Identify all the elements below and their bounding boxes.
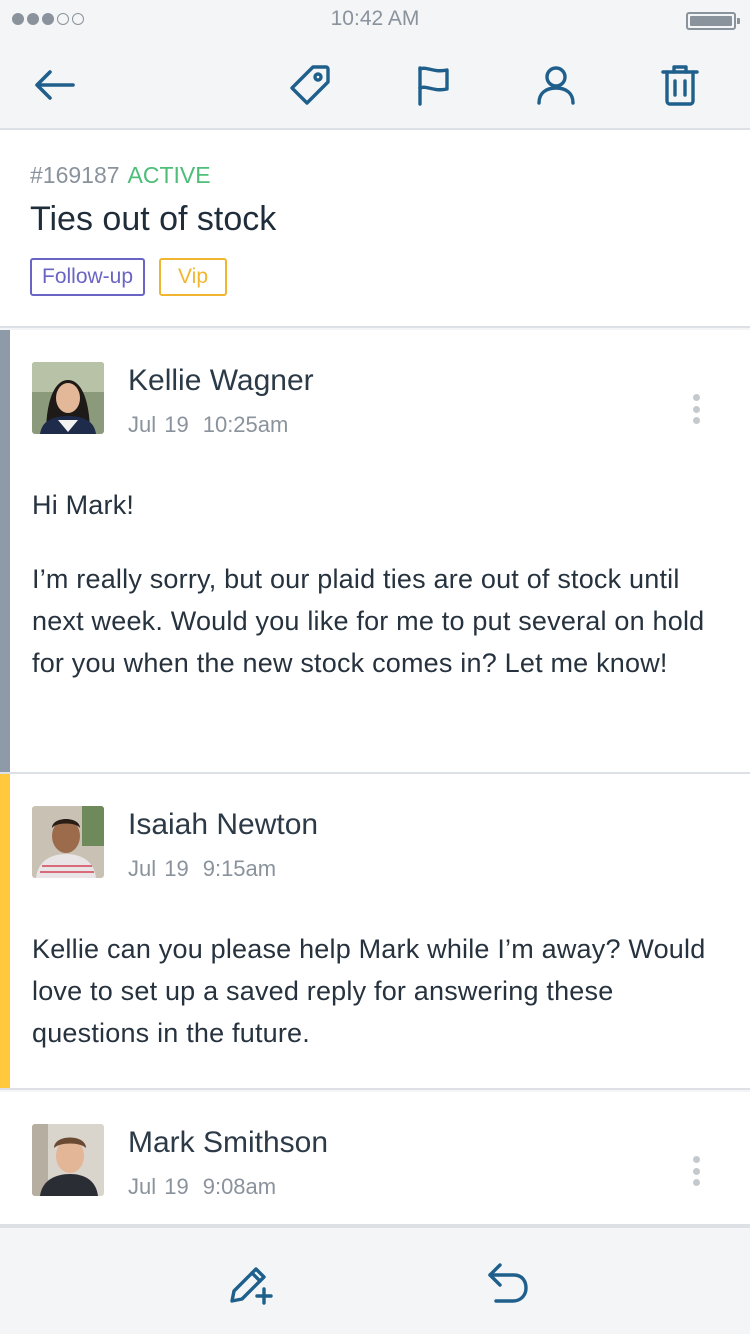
compose-button[interactable] (225, 1258, 275, 1308)
ticket-meta: #169187 ACTIVE (30, 162, 211, 189)
tag-list: Follow-up Vip (30, 258, 228, 296)
assign-user-button[interactable] (533, 62, 579, 108)
message-author: Isaiah Newton (128, 808, 319, 841)
back-button[interactable] (32, 62, 78, 108)
trash-icon (661, 65, 699, 106)
ticket-title: Ties out of stock (30, 200, 277, 238)
avatar-mark-icon (32, 1124, 104, 1196)
message-timestamp: Jul 19 9:08am (128, 1174, 276, 1200)
avatar-kellie-icon (32, 362, 104, 434)
toolbar (0, 40, 750, 130)
tag-follow-up[interactable]: Follow-up (30, 258, 146, 296)
flag-icon (418, 66, 449, 106)
message-author: Mark Smithson (128, 1126, 329, 1159)
flag-button[interactable] (410, 62, 456, 108)
avatar (32, 362, 104, 434)
avatar-isaiah-icon (32, 806, 104, 878)
avatar (32, 806, 104, 878)
more-vertical-icon (692, 394, 700, 401)
message-time: 9:08am (202, 1174, 277, 1199)
compose-icon (230, 1267, 273, 1305)
reply-icon (488, 1263, 528, 1303)
message-time: 9:15am (202, 856, 277, 881)
status-time: 10:42 AM (330, 7, 420, 30)
message-accent-bar (0, 330, 10, 772)
avatar (32, 1124, 104, 1196)
message-paragraph: Kellie can you please help Mark while I’… (32, 934, 706, 1048)
back-arrow-icon (35, 70, 75, 100)
tag-icon (290, 65, 330, 105)
bottom-action-bar (0, 1226, 750, 1334)
message-paragraph: Hi Mark! (32, 490, 135, 520)
message-item: Isaiah Newton Jul 19 9:15am Kellie can yo… (0, 774, 750, 1090)
message-body: Hi Mark! I’m really sorry, but our plaid… (32, 484, 720, 716)
message-item: Mark Smithson Jul 19 9:08am (0, 1092, 750, 1226)
message-time: 10:25am (202, 412, 289, 437)
message-date: Jul 19 (128, 412, 189, 437)
battery-icon (686, 12, 740, 30)
ticket-id: #169187 (30, 162, 120, 188)
more-options-button[interactable] (686, 1154, 706, 1188)
more-options-button[interactable] (686, 392, 706, 426)
message-accent-bar (0, 774, 10, 1088)
reply-button[interactable] (483, 1258, 533, 1308)
message-paragraph: I’m really sorry, but our plaid ties are… (32, 564, 705, 678)
user-icon (537, 66, 575, 105)
more-vertical-icon (692, 1156, 700, 1163)
message-timestamp: Jul 19 9:15am (128, 856, 276, 882)
message-body: Kellie can you please help Mark while I’… (32, 928, 720, 1086)
message-author: Kellie Wagner (128, 364, 314, 397)
message-date: Jul 19 (128, 1174, 189, 1199)
tag-vip[interactable]: Vip (159, 258, 228, 296)
delete-button[interactable] (657, 62, 703, 108)
message-item: Kellie Wagner Jul 19 10:25am Hi Mark! I’m… (0, 330, 750, 774)
tag-button[interactable] (287, 62, 333, 108)
message-timestamp: Jul 19 10:25am (128, 412, 288, 438)
ticket-status-badge: ACTIVE (127, 162, 211, 188)
message-date: Jul 19 (128, 856, 189, 881)
status-bar: 10:42 AM (0, 0, 750, 40)
ticket-header: #169187 ACTIVE Ties out of stock Follow-u… (0, 130, 750, 328)
